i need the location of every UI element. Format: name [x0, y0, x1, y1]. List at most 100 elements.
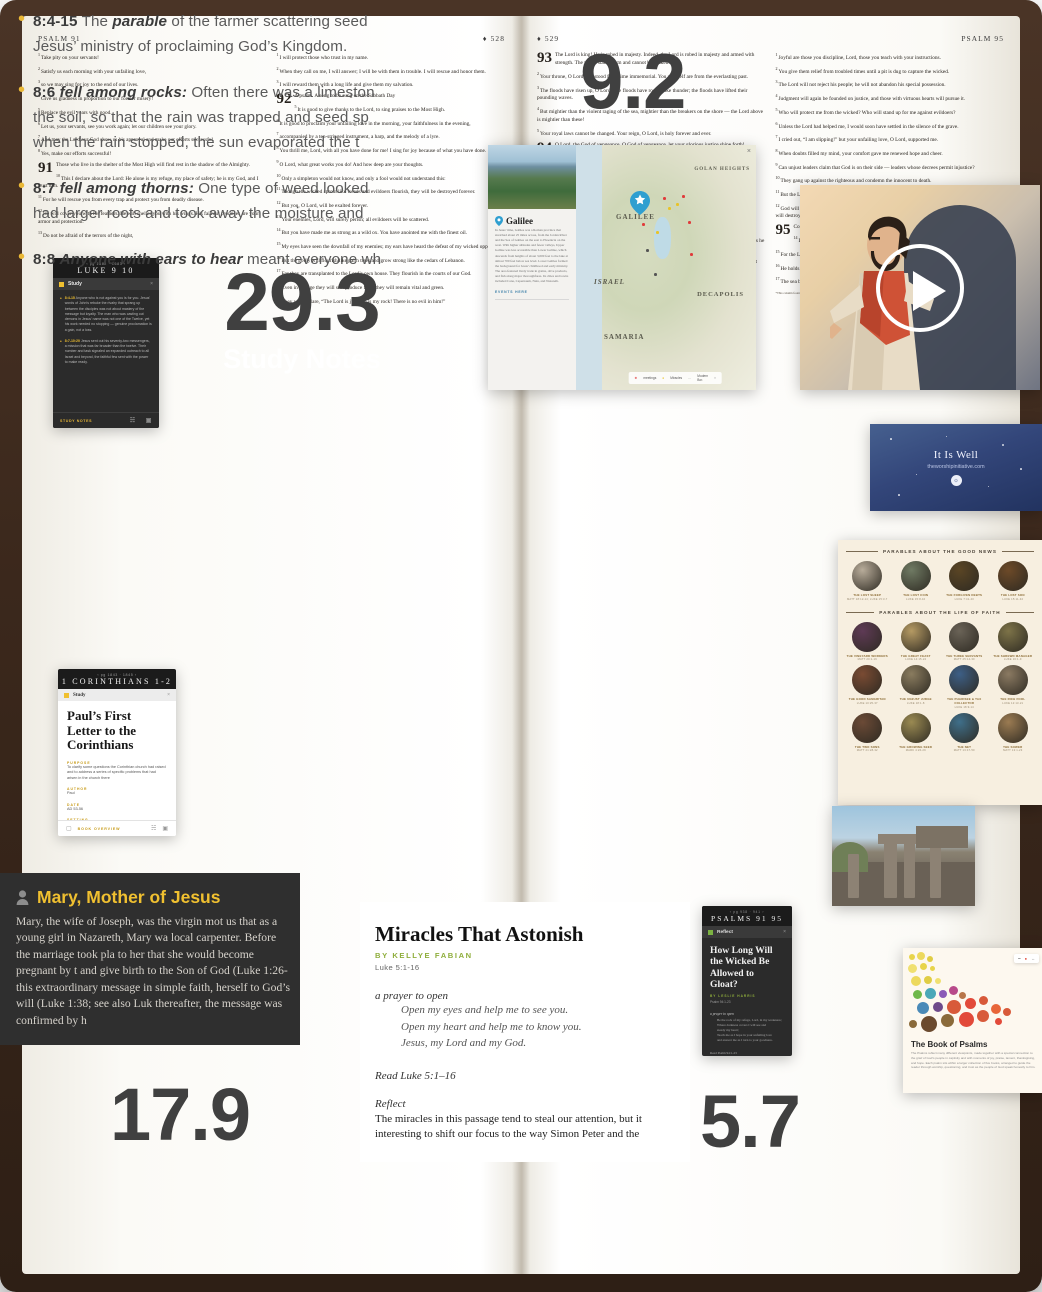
minus-icon[interactable]: ━	[1018, 956, 1020, 961]
psalms-reflect-card[interactable]: ‹ pg 938 · 941 › PSALMS 91 95 Reflect × …	[702, 906, 792, 1056]
map-label-decapolis: DECAPOLIS	[697, 291, 744, 298]
note-reference: 8:4-15	[33, 13, 78, 30]
song-title: It Is Well	[933, 449, 979, 461]
parable-item[interactable]: THE LOST COIN LUKE 15:8-10	[893, 561, 940, 601]
play-button[interactable]	[876, 243, 964, 332]
close-icon[interactable]: ×	[167, 692, 170, 698]
verse-number: 6	[775, 120, 778, 126]
parables-section-heading: PARABLES ABOUT THE LIFE OF FAITH	[838, 610, 1042, 615]
parable-item[interactable]: THE SOWER MATT 13:1-23	[990, 712, 1037, 752]
note-continuation: Jesus’ ministry of proclaiming God’s Kin…	[33, 37, 348, 55]
map-canvas[interactable]: GOLAN HEIGHTS GALILEE ISRAEL SAMARIA DEC…	[576, 145, 756, 390]
bullet-icon: •	[18, 175, 26, 198]
parable-thumbnail	[852, 561, 883, 591]
psalms-bubble-chart[interactable]: ━ ● ↔	[903, 948, 1042, 1036]
map-point	[682, 195, 685, 198]
galilee-heading: Galilee	[488, 209, 576, 228]
corinthians-study-card[interactable]: ‹ pg 1843 · 1845 › 1 CORINTHIANS 1-2 Stu…	[58, 669, 176, 836]
parable-item[interactable]: THE RICH FOOL LUKE 12:13-21	[990, 665, 1037, 708]
verse-text: When doubts filled my mind, your comfort…	[778, 150, 943, 157]
parables-chart-card[interactable]: PARABLES ABOUT THE GOOD NEWS THE LOST SH…	[838, 540, 1042, 805]
note-reference: 8:6	[33, 84, 56, 102]
card-footer: STUDY NOTES ☵ ▣	[53, 412, 159, 428]
verse-text: They gang up against the righteous and c…	[780, 178, 932, 185]
expand-icon[interactable]: ↔	[1031, 956, 1035, 961]
grid-icon[interactable]: ▣	[146, 417, 152, 424]
ruins-photo-card[interactable]	[832, 806, 975, 906]
bible-verse: 6Unless the Lord had helped me, I would …	[776, 121, 1005, 132]
close-icon[interactable]: ×	[747, 148, 751, 155]
parables-grid-life-of-faith[interactable]: THE VINEYARD WORKERS MATT 20:1-16 THE GREA…	[838, 621, 1042, 752]
chapter-number: 95	[775, 222, 791, 239]
verse-text: Joyful are those you discipline, Lord, t…	[778, 54, 941, 61]
tab-reflect[interactable]: Reflect ×	[702, 926, 792, 938]
parable-item[interactable]: THE GOOD SAMARITAN LUKE 10:25-37	[844, 665, 891, 708]
footer-label[interactable]: STUDY NOTES	[60, 419, 92, 423]
read-label: Read Luke 5:1–16	[375, 1069, 456, 1082]
study-note-item: • 8:6 fell among rocks: Often there was …	[18, 80, 548, 155]
note-emphasis: Anyone with ears to hear	[59, 251, 243, 269]
parable-thumbnail	[900, 621, 931, 652]
rule	[846, 611, 875, 613]
section-title: PARABLES ABOUT THE GOOD NEWS	[883, 549, 997, 554]
bible-verse: 2You give them relief from troubled time…	[776, 66, 1005, 77]
devotional-author: BY LESLIE HARRIS	[710, 994, 756, 999]
parable-item[interactable]: THE FORGIVEN DEBTS LUKE 7:41-43	[941, 561, 988, 601]
parable-thumbnail	[900, 665, 931, 696]
book-overview-button[interactable]: BOOK OVERVIEW	[78, 827, 121, 831]
parable-thumbnail	[949, 621, 980, 652]
parable-item[interactable]: THE LOST SHEEP MATT 18:12-14; LUKE 15:3-7	[844, 561, 891, 601]
column	[930, 846, 941, 898]
tab-color-swatch	[64, 692, 69, 698]
parable-item[interactable]: THE LOST SON LUKE 15:11-32	[990, 561, 1037, 601]
note-text: Anyone who is not against you is for you…	[64, 296, 152, 332]
chart-controls[interactable]: ━ ● ↔	[1014, 954, 1039, 963]
parable-reference: LUKE 10:25-37	[856, 701, 878, 705]
card-body: The Psalms reflect many different viewpo…	[911, 1051, 1036, 1070]
parable-item[interactable]: THE UNJUST JUDGE LUKE 18:1-8	[893, 665, 940, 708]
tab-study[interactable]: Study ×	[58, 689, 176, 701]
close-icon[interactable]: ×	[783, 929, 786, 935]
verse-number: 4	[775, 93, 778, 99]
grid-icon[interactable]: ▣	[162, 825, 168, 832]
galilee-info-panel: Galilee In Jesus’ time, Galilee was a Ro…	[488, 145, 576, 390]
parable-thumbnail	[997, 712, 1028, 743]
record-icon[interactable]: ●	[1025, 956, 1027, 961]
book-icon[interactable]: ▢	[66, 825, 72, 832]
selected-location-pin-icon[interactable]	[630, 191, 650, 215]
prayer-block: a prayer to open Be the rock of my refug…	[710, 1012, 784, 1043]
parable-item[interactable]: THE SHREWD MANAGER LUKE 16:1-9	[990, 621, 1037, 661]
map-legend[interactable]: ✚ meetings ● Miracles ⋯ Modern Bor. ×	[628, 372, 722, 384]
parable-item[interactable]: THE TWO SONS MATT 21:28-32	[844, 712, 891, 752]
close-icon[interactable]: ×	[150, 281, 153, 287]
card-topbar: ‹ pg 1843 · 1845 › 1 CORINTHIANS 1-2	[58, 669, 176, 689]
note-emphasis: fell among thorns:	[59, 180, 194, 198]
parable-reference: LUKE 15:8-10	[906, 597, 926, 601]
people-icon[interactable]: ☵	[151, 825, 156, 832]
parable-item[interactable]: THE NET MATT 13:47-50	[941, 712, 988, 752]
card-body: How Long Will the Wicked Be Allowed to G…	[702, 938, 792, 1056]
card-title: The Book of Psalms	[911, 1040, 988, 1049]
poster-canvas: • 8:4-15 The parable of the farmer scatt…	[0, 0, 1042, 1292]
galilee-map-card[interactable]: Galilee In Jesus’ time, Galilee was a Ro…	[488, 145, 756, 390]
prayer-label: a prayer to open	[710, 1012, 734, 1017]
parables-grid-good-news[interactable]: THE LOST SHEEP MATT 18:12-14; LUKE 15:3-7…	[838, 561, 1042, 601]
tab-study[interactable]: Study ×	[53, 278, 159, 290]
parable-item[interactable]: THE THREE SERVANTS MATT 25:14-30	[941, 621, 988, 661]
bible-verse: 1Joyful are those you discipline, Lord, …	[776, 52, 1005, 63]
parable-item[interactable]: THE GREAT FEAST LUKE 14:15-24	[893, 621, 940, 661]
parable-item[interactable]: THE VINEYARD WORKERS MATT 20:1-16	[844, 621, 891, 661]
metric-top-right: 9.2	[580, 42, 686, 120]
parable-item[interactable]: THE PHARISEE & TAX COLLECTOR LUKE 18:9-14	[941, 665, 988, 709]
parable-item[interactable]: THE GROWING SEED MARK 4:26-29	[893, 712, 940, 752]
video-card[interactable]	[800, 185, 1040, 390]
luke-study-card[interactable]: ‹ pg 1682 · 1683 › LUKE 9 10 Study × • 8…	[53, 258, 159, 428]
people-icon[interactable]: ☵	[130, 417, 136, 424]
metric-bottom-left: 17.9	[110, 1078, 251, 1152]
column	[884, 838, 897, 898]
worship-song-card[interactable]: It Is Well theworshipinitiative.com ☼	[870, 424, 1042, 511]
book-of-psalms-card[interactable]: ━ ● ↔ The Book of Psalms The Psalms refl…	[903, 948, 1042, 1093]
document-body: Miracles That Astonish BY KELLYE FABIAN …	[360, 902, 690, 1143]
events-here-link[interactable]: EVENTS HERE	[495, 290, 569, 301]
map-point	[676, 203, 679, 206]
